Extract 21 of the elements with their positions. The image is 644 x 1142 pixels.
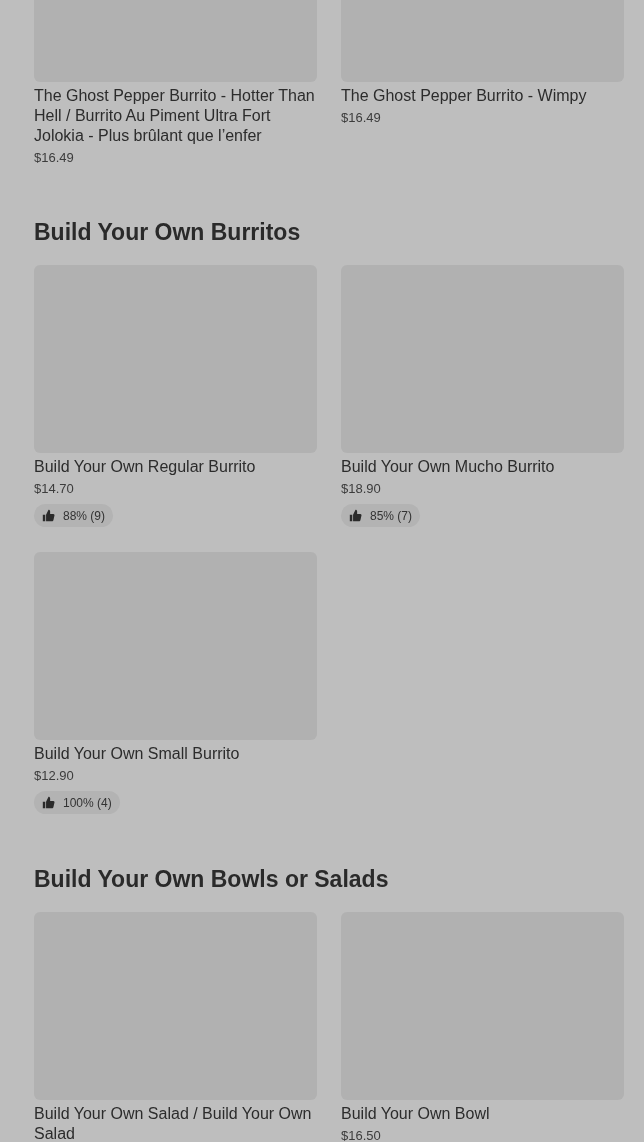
item-name[interactable]: Build Your Own Small Burrito — [34, 744, 317, 764]
thumbs-up-icon — [349, 509, 362, 522]
item-price: $12.90 — [34, 767, 75, 785]
rating-text: 100% (4) — [63, 794, 112, 812]
thumbs-up-icon — [42, 796, 55, 809]
item-price: $16.49 — [341, 109, 382, 127]
item-price: $16.49 — [34, 149, 75, 167]
item-price: $16.50 — [341, 1127, 382, 1142]
item-price: $14.70 — [34, 480, 75, 498]
item-name[interactable]: Build Your Own Bowl — [341, 1104, 624, 1124]
item-price: $18.90 — [341, 480, 382, 498]
thumbs-up-icon — [42, 509, 55, 522]
rating-text: 88% (9) — [63, 507, 106, 525]
section-heading: Build Your Own Burritos — [34, 218, 302, 247]
item-name[interactable]: Build Your Own Regular Burrito — [34, 457, 317, 477]
item-name[interactable]: Build Your Own Mucho Burrito — [341, 457, 624, 477]
rating-text: 85% (7) — [370, 507, 413, 525]
item-name[interactable]: Build Your Own Salad / Build Your Own Salad — [34, 1104, 317, 1142]
item-name[interactable]: The Ghost Pepper Burrito - Hotter Than Hell / Burrito Au Piment Ultra Fort Jolokia - Plus brûlant que l’enfer — [34, 86, 317, 146]
item-name[interactable]: The Ghost Pepper Burrito - Wimpy — [341, 86, 624, 106]
section-heading: Build Your Own Bowls or Salads — [34, 865, 390, 894]
